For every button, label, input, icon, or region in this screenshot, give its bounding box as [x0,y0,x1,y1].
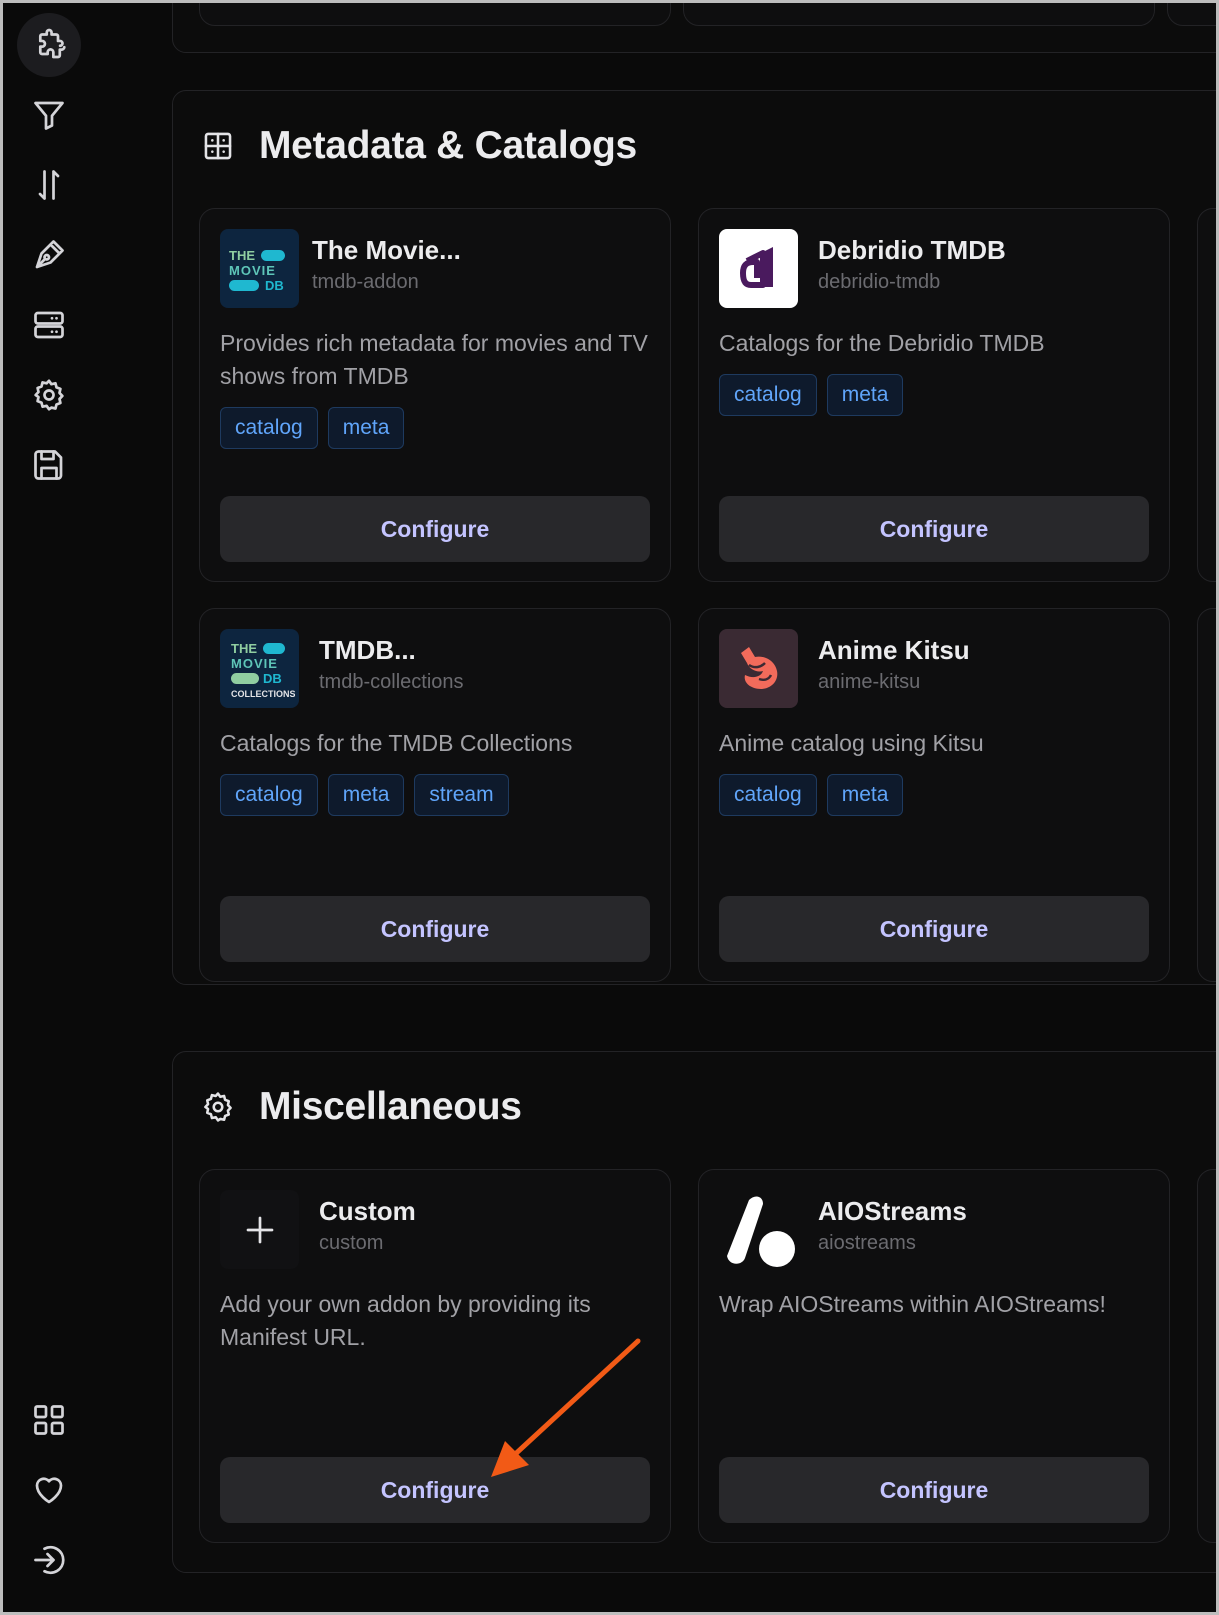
configure-button[interactable]: Configure [719,496,1149,562]
section-miscellaneous: Miscellaneous Custom custom Add your own… [172,1051,1216,1573]
sort-arrows-icon [38,170,60,200]
svg-text:MOVIE: MOVIE [231,656,278,671]
sidebar-item-settings[interactable] [17,363,81,427]
tag-meta: meta [327,774,405,816]
card-partial [1197,208,1216,582]
aiostreams-logo-icon [719,1190,798,1269]
sidebar-item-login[interactable] [17,1528,81,1592]
tag-list: catalog meta [719,374,904,416]
addon-id: debridio-tmdb [818,271,941,293]
tag-meta: meta [826,774,904,816]
server-icon [34,311,64,339]
configure-button[interactable]: Configure [719,1457,1149,1523]
addon-title: Debridio TMDB [818,235,1006,265]
tag-stream: stream [414,774,509,816]
addon-title: Custom [319,1196,416,1226]
addon-description: Catalogs for the Debridio TMDB [719,330,1045,356]
svg-text:THE: THE [229,248,255,263]
addon-description: Add your own addon by providing its Mani… [220,1291,591,1350]
tmdb-logo-icon: THE MOVIE DB [220,229,299,308]
sidebar [3,3,103,1612]
addon-card-anime-kitsu: Anime Kitsu anime-kitsu Anime catalog us… [698,608,1170,982]
save-icon [34,450,63,480]
kitsu-fox-logo-icon [719,629,798,708]
svg-text:COLLECTIONS: COLLECTIONS [231,689,295,699]
addon-title: Anime Kitsu [818,635,970,665]
gear-icon [204,1092,232,1122]
addon-description: Provides rich metadata for movies and TV… [220,330,648,389]
addon-description: Anime catalog using Kitsu [719,730,984,756]
svg-text:MOVIE: MOVIE [229,263,276,278]
addon-title: The Movie... [312,235,461,265]
tag-list: catalog meta stream [220,774,509,816]
addon-card-aiostreams: AIOStreams aiostreams Wrap AIOStreams wi… [698,1169,1170,1543]
tag-meta: meta [826,374,904,416]
addon-card-tmdb-collections: THE MOVIE DB COLLECTIONS TMDB... tmdb-co… [199,608,671,982]
configure-button[interactable]: Configure [220,896,650,962]
configure-button[interactable]: Configure [220,1457,650,1523]
sidebar-item-sorting[interactable] [17,153,81,217]
tag-list: catalog meta [220,407,405,449]
sidebar-item-filters[interactable] [17,83,81,147]
addon-title: AIOStreams [818,1196,967,1226]
addon-description: Wrap AIOStreams within AIOStreams! [719,1291,1106,1317]
addon-id: custom [319,1232,384,1254]
sidebar-item-addons[interactable] [17,13,81,77]
grid-icon [34,1405,64,1435]
card-partial [199,3,671,26]
tmdb-collections-logo-icon: THE MOVIE DB COLLECTIONS [220,629,299,708]
svg-text:DB: DB [265,278,284,293]
gear-icon [34,379,64,411]
card-partial [683,3,1155,26]
heart-icon [35,1477,63,1504]
addon-id: anime-kitsu [818,671,921,693]
app-window: Metadata & Catalogs THE MOVIE DB The Mov… [3,3,1216,1612]
sidebar-item-about[interactable] [17,1388,81,1452]
tag-list: catalog meta [719,774,904,816]
puzzle-icon [38,28,66,59]
previous-section [172,3,1216,53]
addon-id: tmdb-addon [312,271,419,293]
addon-card-tmdb: THE MOVIE DB The Movie... tmdb-addon Pro… [199,208,671,582]
sidebar-item-save[interactable] [17,433,81,497]
table-grid-icon [204,132,232,160]
card-partial [1197,608,1216,982]
tag-catalog: catalog [719,774,817,816]
tag-meta: meta [327,407,405,449]
svg-text:THE: THE [231,641,257,656]
configure-button[interactable]: Configure [719,896,1149,962]
sidebar-item-formatter[interactable] [17,223,81,287]
sign-in-icon [34,1545,65,1575]
section-title: Metadata & Catalogs [259,124,637,167]
debridio-logo-icon [719,229,798,308]
addon-title: TMDB... [319,635,416,665]
tag-catalog: catalog [220,774,318,816]
card-partial [1197,1169,1216,1543]
filter-icon [34,101,64,130]
addon-card-debridio-tmdb: Debridio TMDB debridio-tmdb Catalogs for… [698,208,1170,582]
section-metadata-catalogs: Metadata & Catalogs THE MOVIE DB The Mov… [172,90,1216,985]
section-header: Metadata & Catalogs [201,124,637,168]
section-title: Miscellaneous [259,1085,522,1128]
tag-catalog: catalog [220,407,318,449]
sidebar-item-donate[interactable] [17,1458,81,1522]
card-partial [1167,3,1216,26]
section-header: Miscellaneous [201,1085,522,1129]
configure-button[interactable]: Configure [220,496,650,562]
addon-card-custom: Custom custom Add your own addon by prov… [199,1169,671,1543]
addon-id: tmdb-collections [319,671,464,693]
svg-text:DB: DB [263,671,282,686]
tag-catalog: catalog [719,374,817,416]
addon-description: Catalogs for the TMDB Collections [220,730,573,756]
plus-icon [220,1190,299,1269]
sidebar-item-services[interactable] [17,293,81,357]
pen-nib-icon [35,240,64,269]
addon-id: aiostreams [818,1232,916,1254]
